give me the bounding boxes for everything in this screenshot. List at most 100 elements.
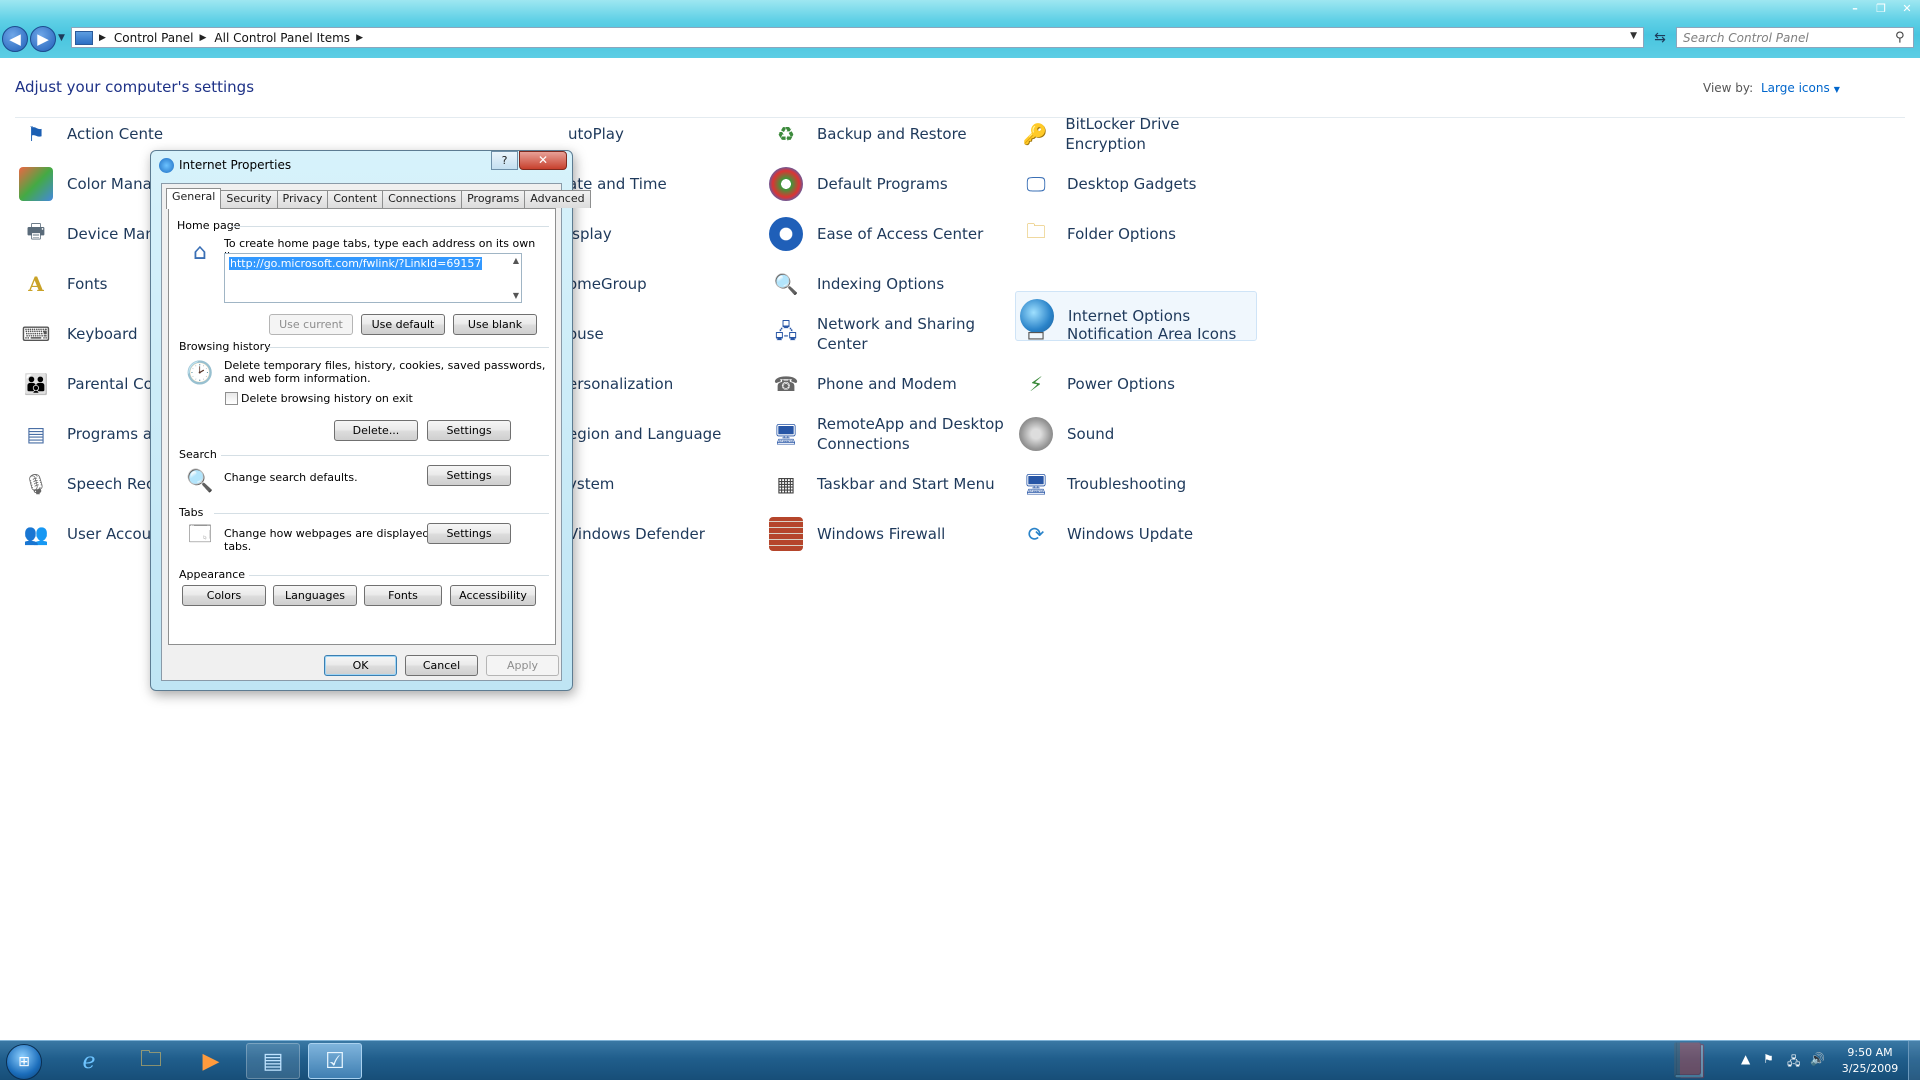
- tab-programs[interactable]: Programs: [461, 190, 526, 208]
- item-troubleshooting[interactable]: 🖥 Troubleshooting: [1015, 459, 1255, 509]
- colors-button[interactable]: Colors: [182, 585, 266, 606]
- search-icon[interactable]: ⚲: [1895, 30, 1913, 45]
- item-windows-update[interactable]: ⟳ Windows Update: [1015, 509, 1255, 559]
- tab-advanced[interactable]: Advanced: [524, 190, 591, 208]
- clock[interactable]: 9:50 AM 3/25/2009: [1838, 1045, 1902, 1077]
- item-taskbar-and-start-menu[interactable]: ▦ Taskbar and Start Menu: [765, 459, 1005, 509]
- start-button[interactable]: ⊞: [6, 1044, 42, 1080]
- delete-history-button[interactable]: Delete...: [334, 420, 418, 441]
- show-desktop-button[interactable]: [1908, 1041, 1920, 1080]
- use-default-button[interactable]: Use default: [361, 314, 445, 335]
- scroll-down-icon[interactable]: ▼: [513, 291, 519, 300]
- forward-button[interactable]: ▶: [30, 26, 56, 52]
- network-tray-icon[interactable]: 🖧: [1787, 1052, 1800, 1073]
- close-window-button[interactable]: ✕: [1894, 0, 1920, 16]
- item-label: Backup and Restore: [817, 125, 967, 143]
- tab-connections[interactable]: Connections: [382, 190, 463, 208]
- item-label: Notification Area Icons: [1067, 325, 1237, 343]
- color-management-icon: [19, 167, 53, 201]
- item-power-options[interactable]: ⚡ Power Options: [1015, 359, 1255, 409]
- apply-button[interactable]: Apply: [486, 655, 559, 676]
- tabs-settings-button[interactable]: Settings: [427, 523, 511, 544]
- item-display[interactable]: isplay: [568, 209, 768, 259]
- recent-pages-dropdown[interactable]: ▼: [58, 33, 65, 43]
- use-current-button[interactable]: Use current: [269, 314, 353, 335]
- item-notification-area-icons[interactable]: ▭ Notification Area Icons: [1015, 309, 1255, 359]
- item-sound[interactable]: Sound: [1015, 409, 1255, 459]
- keyboard-icon: ⌨: [21, 322, 51, 346]
- minimize-button[interactable]: –: [1842, 0, 1868, 16]
- speaker-icon: [1019, 417, 1053, 451]
- item-label: Fonts: [67, 275, 108, 293]
- item-date-and-time[interactable]: ate and Time: [568, 159, 768, 209]
- help-button[interactable]: ?: [491, 151, 518, 170]
- delete-on-exit-label[interactable]: Delete browsing history on exit: [241, 392, 413, 405]
- item-indexing-options[interactable]: 🔍 Indexing Options: [765, 259, 1005, 309]
- show-hidden-icons-icon[interactable]: ▲: [1741, 1052, 1750, 1066]
- chevron-right-icon[interactable]: ▶: [356, 33, 363, 43]
- tab-general[interactable]: General: [166, 188, 222, 209]
- languages-button[interactable]: Languages: [273, 585, 357, 606]
- view-by-dropdown[interactable]: Large icons ▼: [1761, 81, 1840, 95]
- home-page-textarea[interactable]: http://go.microsoft.com/fwlink/?LinkId=6…: [224, 253, 522, 303]
- item-homegroup[interactable]: omeGroup: [568, 259, 768, 309]
- item-bitlocker[interactable]: 🔑 BitLocker Drive Encryption: [1015, 109, 1255, 159]
- ok-button[interactable]: OK: [324, 655, 397, 676]
- item-label: Windows Firewall: [817, 525, 946, 543]
- taskbar-internet-explorer[interactable]: ℯ: [62, 1043, 116, 1079]
- chevron-right-icon[interactable]: ▶: [99, 33, 106, 43]
- taskbar-internet-options[interactable]: ☑: [308, 1043, 362, 1079]
- breadcrumb-all-items[interactable]: All Control Panel Items: [214, 31, 350, 45]
- cancel-button[interactable]: Cancel: [405, 655, 478, 676]
- chevron-down-icon[interactable]: ▼: [1834, 85, 1840, 94]
- item-mouse[interactable]: ouse: [568, 309, 768, 359]
- restore-button[interactable]: ❐: [1868, 0, 1894, 16]
- home-page-url[interactable]: http://go.microsoft.com/fwlink/?LinkId=6…: [229, 257, 483, 270]
- windows-update-icon: ⟳: [1027, 522, 1045, 546]
- use-blank-button[interactable]: Use blank: [453, 314, 537, 335]
- scroll-up-icon[interactable]: ▲: [513, 256, 519, 265]
- tab-security[interactable]: Security: [220, 190, 278, 208]
- delete-on-exit-checkbox[interactable]: [225, 392, 238, 405]
- item-autoplay[interactable]: utoPlay: [568, 109, 768, 159]
- accessibility-button[interactable]: Accessibility: [450, 585, 536, 606]
- item-label: Programs an: [67, 425, 162, 443]
- refresh-button[interactable]: ⇆: [1648, 27, 1672, 48]
- back-button[interactable]: ◀: [2, 26, 28, 52]
- item-system[interactable]: ystem: [568, 459, 768, 509]
- taskbar-control-panel[interactable]: ▤: [246, 1043, 300, 1079]
- item-windows-firewall[interactable]: Windows Firewall: [765, 509, 1005, 559]
- browsing-settings-button[interactable]: Settings: [427, 420, 511, 441]
- item-network-and-sharing[interactable]: 🖧 Network and Sharing Center: [765, 309, 1005, 359]
- chevron-right-icon[interactable]: ▶: [200, 33, 207, 43]
- view-by-value[interactable]: Large icons: [1761, 81, 1830, 95]
- item-phone-and-modem[interactable]: ☎ Phone and Modem: [765, 359, 1005, 409]
- window-controls: – ❐ ✕: [1842, 0, 1920, 16]
- item-label: ouse: [568, 325, 604, 343]
- search-settings-button[interactable]: Settings: [427, 465, 511, 486]
- tab-content[interactable]: Content: [327, 190, 384, 208]
- tab-privacy[interactable]: Privacy: [276, 190, 329, 208]
- item-personalization[interactable]: ersonalization: [568, 359, 768, 409]
- search-box[interactable]: Search Control Panel ⚲: [1676, 27, 1914, 48]
- search-input[interactable]: Search Control Panel: [1677, 31, 1895, 45]
- item-remoteapp[interactable]: 🖥 RemoteApp and Desktop Connections: [765, 409, 1005, 459]
- internet-properties-dialog: Internet Properties ? ✕ General Security…: [150, 150, 591, 691]
- volume-icon[interactable]: 🔊: [1810, 1052, 1825, 1066]
- fonts-button[interactable]: Fonts: [364, 585, 442, 606]
- item-label: ystem: [568, 475, 615, 493]
- item-folder-options[interactable]: 🗀 Folder Options: [1015, 209, 1255, 259]
- item-windows-defender[interactable]: Vindows Defender: [568, 509, 768, 559]
- item-backup-and-restore[interactable]: ♻ Backup and Restore: [765, 109, 1005, 159]
- dialog-close-button[interactable]: ✕: [519, 151, 567, 170]
- item-region-and-language[interactable]: egion and Language: [568, 409, 768, 459]
- taskbar-windows-explorer[interactable]: 🗀: [124, 1043, 178, 1079]
- action-center-flag-icon[interactable]: ⚑: [1763, 1052, 1774, 1066]
- breadcrumb-control-panel[interactable]: Control Panel: [114, 31, 194, 45]
- taskbar-media-player[interactable]: ▶: [184, 1043, 238, 1079]
- item-default-programs[interactable]: Default Programs: [765, 159, 1005, 209]
- address-dropdown-icon[interactable]: ▼: [1630, 31, 1637, 41]
- item-ease-of-access[interactable]: Ease of Access Center: [765, 209, 1005, 259]
- address-bar[interactable]: ▶ Control Panel ▶ All Control Panel Item…: [71, 27, 1644, 48]
- item-desktop-gadgets[interactable]: 🖵 Desktop Gadgets: [1015, 159, 1255, 209]
